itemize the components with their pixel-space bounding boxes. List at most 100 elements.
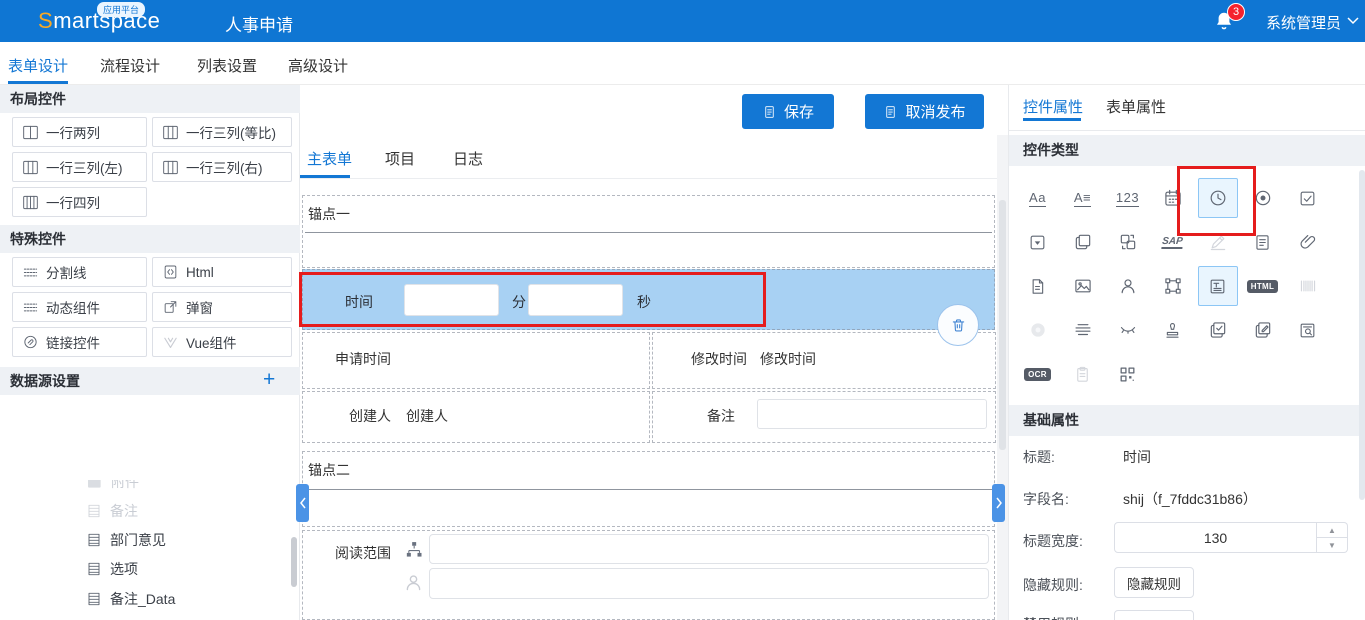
html-file-icon	[164, 265, 177, 279]
collapse-right-handle[interactable]	[992, 484, 1005, 522]
stepper-down-icon[interactable]: ▼	[1317, 538, 1347, 552]
tab-advanced-design[interactable]: 高级设计	[288, 55, 348, 76]
hide-rule-button[interactable]: 隐藏规则	[1114, 567, 1194, 598]
title-width-input[interactable]	[1114, 522, 1317, 553]
tab-control-properties[interactable]: 控件属性	[1023, 96, 1083, 117]
approval-edit-icon[interactable]	[1240, 308, 1285, 352]
stepper-up-icon[interactable]: ▲	[1317, 523, 1347, 538]
time-field-label: 时间	[345, 294, 373, 310]
paragraph-icon[interactable]	[1060, 308, 1105, 352]
org-tree-icon[interactable]	[404, 540, 424, 560]
read-scope-user-input[interactable]	[429, 568, 989, 599]
tab-form-design[interactable]: 表单设计	[8, 55, 68, 76]
delete-control-button[interactable]	[937, 304, 979, 346]
tab-form-properties[interactable]: 表单属性	[1106, 96, 1166, 117]
textarea-icon[interactable]: A≡	[1060, 176, 1105, 220]
layout-two-columns-button[interactable]: 一行两列	[12, 117, 147, 147]
form-tab-main[interactable]: 主表单	[307, 148, 352, 169]
collapse-left-handle[interactable]	[296, 484, 309, 522]
rich-text-icon-selected[interactable]	[1195, 264, 1240, 308]
user-picker-icon[interactable]	[1105, 264, 1150, 308]
text-input-icon[interactable]: Aa	[1015, 176, 1060, 220]
list-icon	[88, 504, 100, 518]
divider-line	[305, 489, 992, 490]
anchor2-section[interactable]: 锚点二	[302, 451, 995, 527]
folder-icon	[88, 480, 101, 488]
layout-three-columns-left-button[interactable]: 一行三列(左)	[12, 152, 147, 182]
layout-three-columns-equal-button[interactable]: 一行三列(等比)	[152, 117, 292, 147]
read-scope-section[interactable]: 阅读范围	[302, 530, 995, 620]
tree-item-time[interactable]: 时间	[0, 616, 292, 620]
layout-four-columns-button[interactable]: 一行四列	[12, 187, 147, 217]
dynamic-lines-icon	[23, 303, 38, 311]
radio-icon[interactable]	[1240, 176, 1285, 220]
unpublish-button[interactable]: 取消发布	[865, 94, 984, 129]
ocr-icon[interactable]: OCR	[1015, 352, 1060, 396]
number-input-icon[interactable]: 123	[1105, 176, 1150, 220]
tree-item-options[interactable]: 选项	[0, 557, 292, 581]
form-tab-log[interactable]: 日志	[453, 148, 483, 169]
hide-field-icon[interactable]	[1105, 308, 1150, 352]
canvas-scrollbar[interactable]	[999, 200, 1006, 450]
signature-icon[interactable]	[1195, 220, 1240, 264]
checkbox-icon[interactable]	[1285, 176, 1330, 220]
approval-check-icon[interactable]	[1195, 308, 1240, 352]
time-minute-input[interactable]	[404, 284, 499, 316]
image-icon[interactable]	[1060, 264, 1105, 308]
vue-icon	[164, 337, 177, 348]
transfer-icon[interactable]	[1105, 220, 1150, 264]
sap-icon[interactable]: SAP	[1150, 220, 1195, 264]
save-button[interactable]: 保存	[742, 94, 834, 129]
active-tab-underline	[8, 81, 68, 84]
link-control-button[interactable]: 链接控件	[12, 327, 147, 357]
read-scope-org-input[interactable]	[429, 534, 989, 564]
html-badge-icon[interactable]: HTML	[1240, 264, 1285, 308]
relation-graph-icon[interactable]	[1150, 264, 1195, 308]
attachment-icon[interactable]	[1285, 220, 1330, 264]
time-second-input[interactable]	[528, 284, 623, 316]
eye-icon[interactable]	[1015, 308, 1060, 352]
notification-count-badge: 3	[1227, 3, 1245, 21]
divider-control-button[interactable]: 分割线	[12, 257, 147, 287]
cascader-icon[interactable]	[1060, 220, 1105, 264]
stamp-icon[interactable]	[1150, 308, 1195, 352]
date-picker-icon[interactable]	[1150, 176, 1195, 220]
title-width-stepper[interactable]: ▲ ▼	[1317, 522, 1348, 553]
html-control-button[interactable]: Html	[152, 257, 292, 287]
popup-control-button[interactable]: 弹窗	[152, 292, 292, 322]
user-menu[interactable]: 系统管理员	[1266, 12, 1341, 33]
top-header-bar: Smartspace 应用平台 人事申请 3 系统管理员	[0, 0, 1365, 42]
clipboard-icon[interactable]	[1060, 352, 1105, 396]
select-icon[interactable]	[1015, 220, 1060, 264]
disable-rule-prop-label: 禁用规则:	[1023, 614, 1083, 620]
time-field-row-selected[interactable]: 时间 分 秒	[302, 269, 995, 330]
tree-item-remark-data[interactable]: 备注_Data	[0, 587, 292, 611]
anchor1-section[interactable]: 锚点一	[302, 195, 995, 268]
person-icon[interactable]	[403, 572, 424, 593]
time-picker-icon-selected[interactable]	[1195, 176, 1240, 220]
tree-item-remark[interactable]: 备注	[0, 499, 292, 523]
remark-cell[interactable]: 备注	[652, 391, 996, 443]
apply-time-cell[interactable]: 申请时间	[302, 332, 650, 389]
disable-rule-button[interactable]: 禁用规则	[1114, 610, 1194, 620]
barcode-icon[interactable]	[1285, 264, 1330, 308]
creator-cell[interactable]: 创建人 创建人	[302, 391, 650, 443]
panel-scrollbar[interactable]	[1359, 170, 1365, 500]
dynamic-component-button[interactable]: 动态组件	[12, 292, 147, 322]
vue-component-button[interactable]: Vue组件	[152, 327, 292, 357]
tab-flow-design[interactable]: 流程设计	[100, 55, 160, 76]
sidebar-scrollbar[interactable]	[291, 537, 297, 587]
tree-item-label: 附件	[111, 480, 139, 490]
tab-list-settings[interactable]: 列表设置	[197, 55, 257, 76]
layout-three-columns-right-button[interactable]: 一行三列(右)	[152, 152, 292, 182]
tree-item-attachment[interactable]: 附件	[0, 480, 292, 494]
file-icon[interactable]	[1015, 264, 1060, 308]
add-datasource-button[interactable]: +	[263, 369, 275, 390]
tree-item-dept-opinion[interactable]: 部门意见	[0, 528, 292, 552]
lookup-icon[interactable]	[1285, 308, 1330, 352]
anchor2-label: 锚点二	[308, 462, 350, 478]
qrcode-icon[interactable]	[1105, 352, 1150, 396]
remark-input[interactable]	[757, 399, 987, 429]
form-tab-project[interactable]: 项目	[385, 148, 415, 169]
form-list-icon[interactable]	[1240, 220, 1285, 264]
